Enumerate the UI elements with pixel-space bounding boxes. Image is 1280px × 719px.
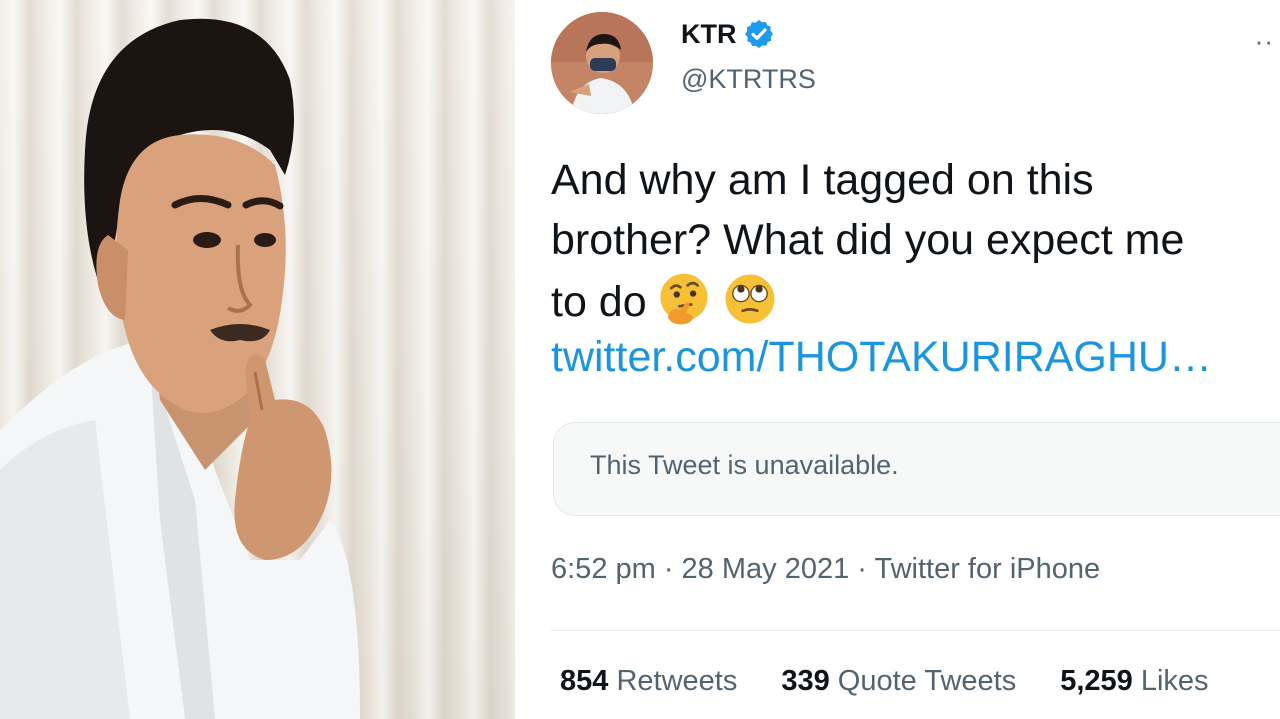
- thinking-face-icon: [660, 273, 708, 325]
- tweet-text-line-with-emoji: to do: [551, 270, 1279, 332]
- tweet-timestamp[interactable]: 6:52 pm · 28 May 2021 · Twitter for iPho…: [551, 553, 1100, 586]
- verified-badge-icon: [744, 20, 773, 48]
- man-in-white-shirt-photo: [0, 18, 360, 719]
- quote-tweets-label: Quote Tweets: [837, 665, 1017, 697]
- tweet-card: KTR @KTRTRS ·· And why am I tagged on th…: [515, 0, 1280, 719]
- tweet-text-line: brother? What did you expect me: [551, 216, 1185, 264]
- author-photo: [0, 0, 515, 719]
- quote-tweets-count: 339: [781, 665, 830, 697]
- retweets-label: Retweets: [616, 665, 738, 697]
- quoted-tweet-card[interactable]: This Tweet is unavailable.: [553, 422, 1280, 516]
- tweet-text: And why am I tagged on this brother? Wha…: [551, 150, 1279, 332]
- author-avatar[interactable]: [551, 12, 653, 114]
- quoted-tweet-unavailable-text: This Tweet is unavailable.: [590, 450, 899, 480]
- tweet-text-line: And why am I tagged on this: [551, 156, 1094, 204]
- likes-label: Likes: [1140, 665, 1209, 697]
- author-name[interactable]: KTR: [681, 19, 737, 50]
- retweets-stat[interactable]: 854 Retweets: [560, 665, 737, 698]
- face-with-rolling-eyes-icon: [725, 274, 775, 324]
- tweet-link[interactable]: twitter.com/THOTAKURIRAGHU…: [551, 333, 1212, 382]
- quote-tweets-stat[interactable]: 339 Quote Tweets: [781, 665, 1016, 698]
- likes-stat[interactable]: 5,259 Likes: [1060, 665, 1208, 698]
- tweet-text-line: to do: [551, 278, 647, 326]
- retweets-count: 854: [560, 665, 609, 697]
- avatar-image: [551, 12, 653, 114]
- divider: [551, 630, 1280, 631]
- tweet-stats: 854 Retweets 339 Quote Tweets 5,259 Like…: [560, 665, 1253, 698]
- more-options-icon[interactable]: ··: [1255, 26, 1274, 57]
- likes-count: 5,259: [1060, 665, 1133, 697]
- author-name-row: KTR: [681, 18, 775, 50]
- author-handle[interactable]: @KTRTRS: [681, 64, 816, 95]
